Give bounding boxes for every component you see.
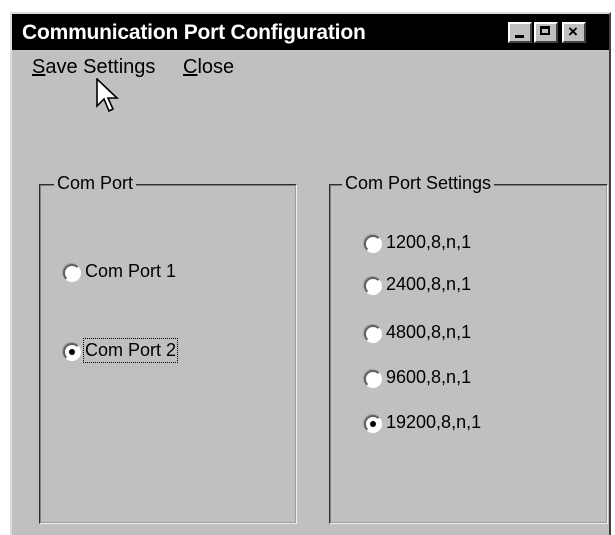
radio-label: Com Port 2 [82,338,179,363]
close-mnemonic: C [183,56,198,78]
close-icon: × [568,22,578,41]
radio-icon[interactable] [364,235,382,253]
radio-icon[interactable] [63,264,81,282]
com-port-settings-group: Com Port Settings 1200,8,n,1 2400,8,n,1 … [329,173,608,524]
com-port-settings-legend: Com Port Settings [342,173,495,194]
menu-save-settings[interactable]: Save Settings [32,56,155,79]
radio-icon[interactable] [364,325,382,343]
menu-bar: Save Settings Close [12,52,609,80]
radio-checked-icon[interactable] [364,415,382,433]
close-rest: lose [197,56,235,78]
radio-icon[interactable] [364,277,382,295]
radio-label: 9600,8,n,1 [386,367,472,387]
maximize-button[interactable] [534,22,558,43]
close-window-button[interactable]: × [562,22,586,43]
radio-label: Com Port 1 [85,261,177,281]
radio-label: 1200,8,n,1 [386,232,472,252]
menu-close[interactable]: Close [183,56,234,79]
title-bar[interactable]: Communication Port Configuration × [12,14,609,50]
save-rest: ave Settings [45,56,156,78]
radio-label: 2400,8,n,1 [386,274,472,294]
save-mnemonic: S [32,56,46,78]
radio-icon[interactable] [364,370,382,388]
mouse-pointer-icon [96,78,120,113]
window-title: Communication Port Configuration [22,21,366,44]
minimize-button[interactable] [508,22,532,43]
radio-checked-icon[interactable] [63,343,81,361]
com-port-group: Com Port Com Port 1 Com Port 2 [39,173,297,524]
radio-label: 19200,8,n,1 [386,412,482,432]
com-port-legend: Com Port [54,173,137,194]
radio-label: 4800,8,n,1 [386,322,472,342]
